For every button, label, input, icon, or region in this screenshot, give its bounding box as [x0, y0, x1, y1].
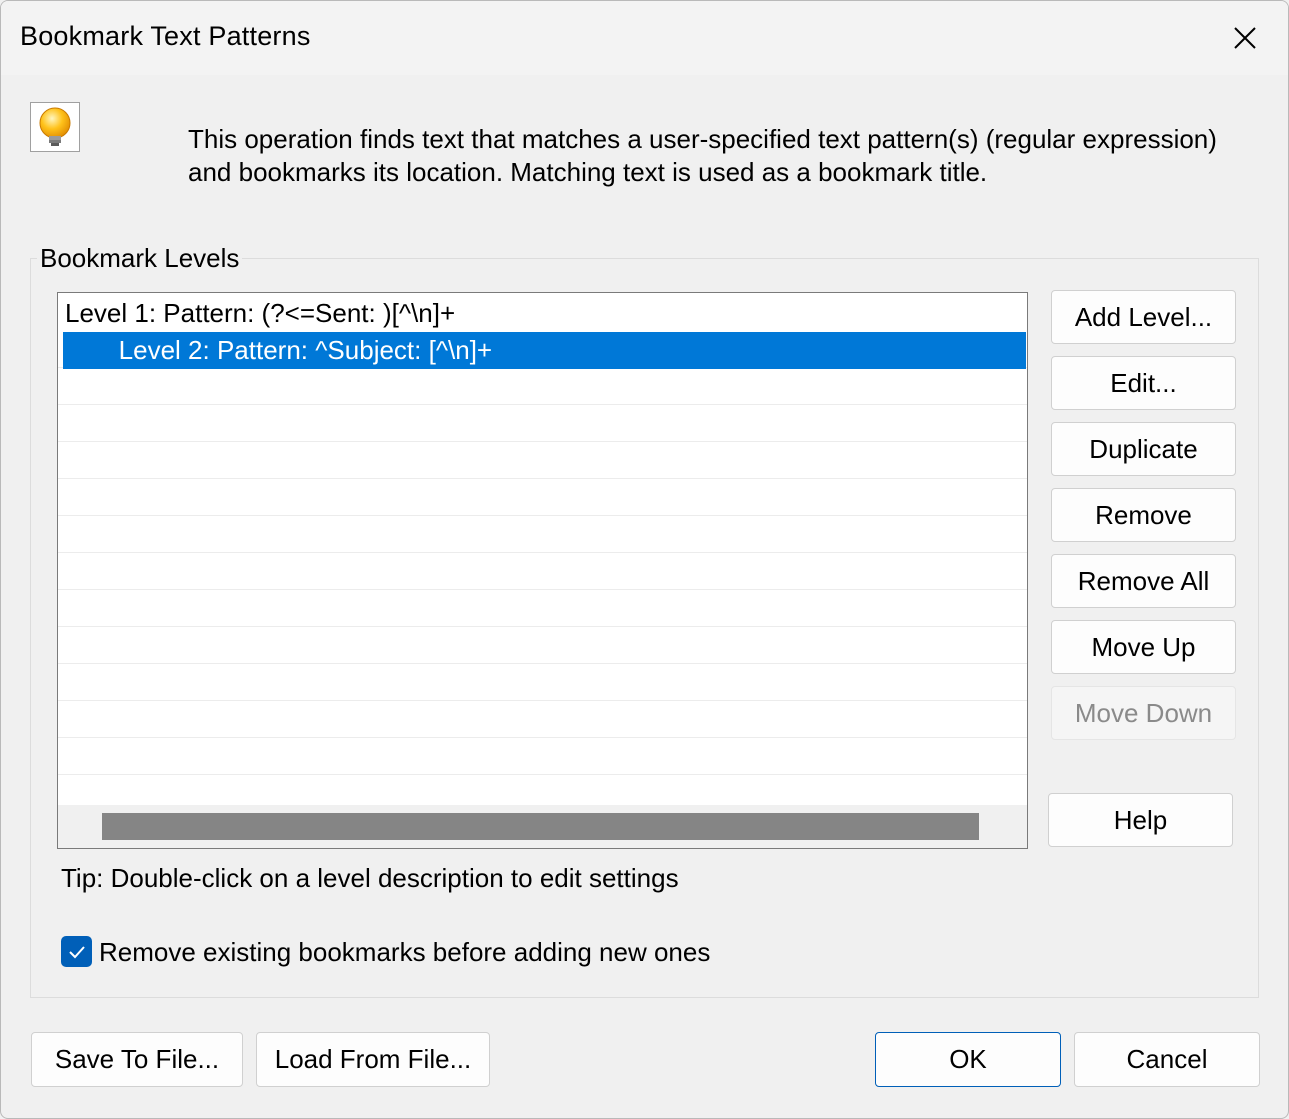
description-text: This operation finds text that matches a…	[188, 124, 1217, 187]
close-icon	[1234, 27, 1256, 49]
level-row[interactable]: Level 1: Pattern: (?<=Sent: )[^\n]+	[63, 295, 1026, 332]
lightbulb-icon	[30, 102, 80, 152]
add-level-button[interactable]: Add Level...	[1051, 290, 1236, 344]
list-gridline	[58, 515, 1027, 516]
list-gridline	[58, 441, 1027, 442]
list-gridline	[58, 626, 1027, 627]
edit-button[interactable]: Edit...	[1051, 356, 1236, 410]
list-gridline	[58, 404, 1027, 405]
remove-existing-checkbox[interactable]	[61, 936, 92, 967]
list-gridline	[58, 737, 1027, 738]
dialog-title: Bookmark Text Patterns	[20, 21, 311, 51]
remove-button[interactable]: Remove	[1051, 488, 1236, 542]
level-row-label: Level 2: Pattern: ^Subject: [^\n]+	[97, 335, 493, 365]
level-row-label: Level 1: Pattern: (?<=Sent: )[^\n]+	[65, 298, 456, 328]
list-gridline	[58, 774, 1027, 775]
close-button[interactable]	[1202, 1, 1288, 75]
duplicate-button[interactable]: Duplicate	[1051, 422, 1236, 476]
tip-text: Tip: Double-click on a level description…	[61, 863, 679, 893]
dialog-window: Bookmark Text Patterns This operation fi…	[0, 0, 1289, 1119]
title-bar[interactable]: Bookmark Text Patterns	[1, 1, 1288, 75]
remove-existing-label[interactable]: Remove existing bookmarks before adding …	[99, 937, 710, 968]
list-gridline	[58, 552, 1027, 553]
checkmark-icon	[68, 945, 85, 958]
remove-all-button[interactable]: Remove All	[1051, 554, 1236, 608]
move-up-button[interactable]: Move Up	[1051, 620, 1236, 674]
list-gridline	[58, 478, 1027, 479]
list-gridline	[58, 700, 1027, 701]
levels-listbox[interactable]: Level 1: Pattern: (?<=Sent: )[^\n]+ Leve…	[57, 292, 1028, 849]
ok-button[interactable]: OK	[875, 1032, 1061, 1087]
cancel-button[interactable]: Cancel	[1074, 1032, 1260, 1087]
list-gridline	[58, 663, 1027, 664]
save-to-file-button[interactable]: Save To File...	[31, 1032, 243, 1087]
horizontal-scrollbar[interactable]	[58, 805, 1027, 848]
list-gridline	[58, 589, 1027, 590]
scrollbar-thumb[interactable]	[102, 813, 979, 840]
move-down-button[interactable]: Move Down	[1051, 686, 1236, 740]
load-from-file-button[interactable]: Load From File...	[256, 1032, 490, 1087]
help-button[interactable]: Help	[1048, 793, 1233, 847]
bookmark-levels-label: Bookmark Levels	[37, 243, 243, 274]
level-row[interactable]: Level 2: Pattern: ^Subject: [^\n]+	[63, 332, 1026, 369]
